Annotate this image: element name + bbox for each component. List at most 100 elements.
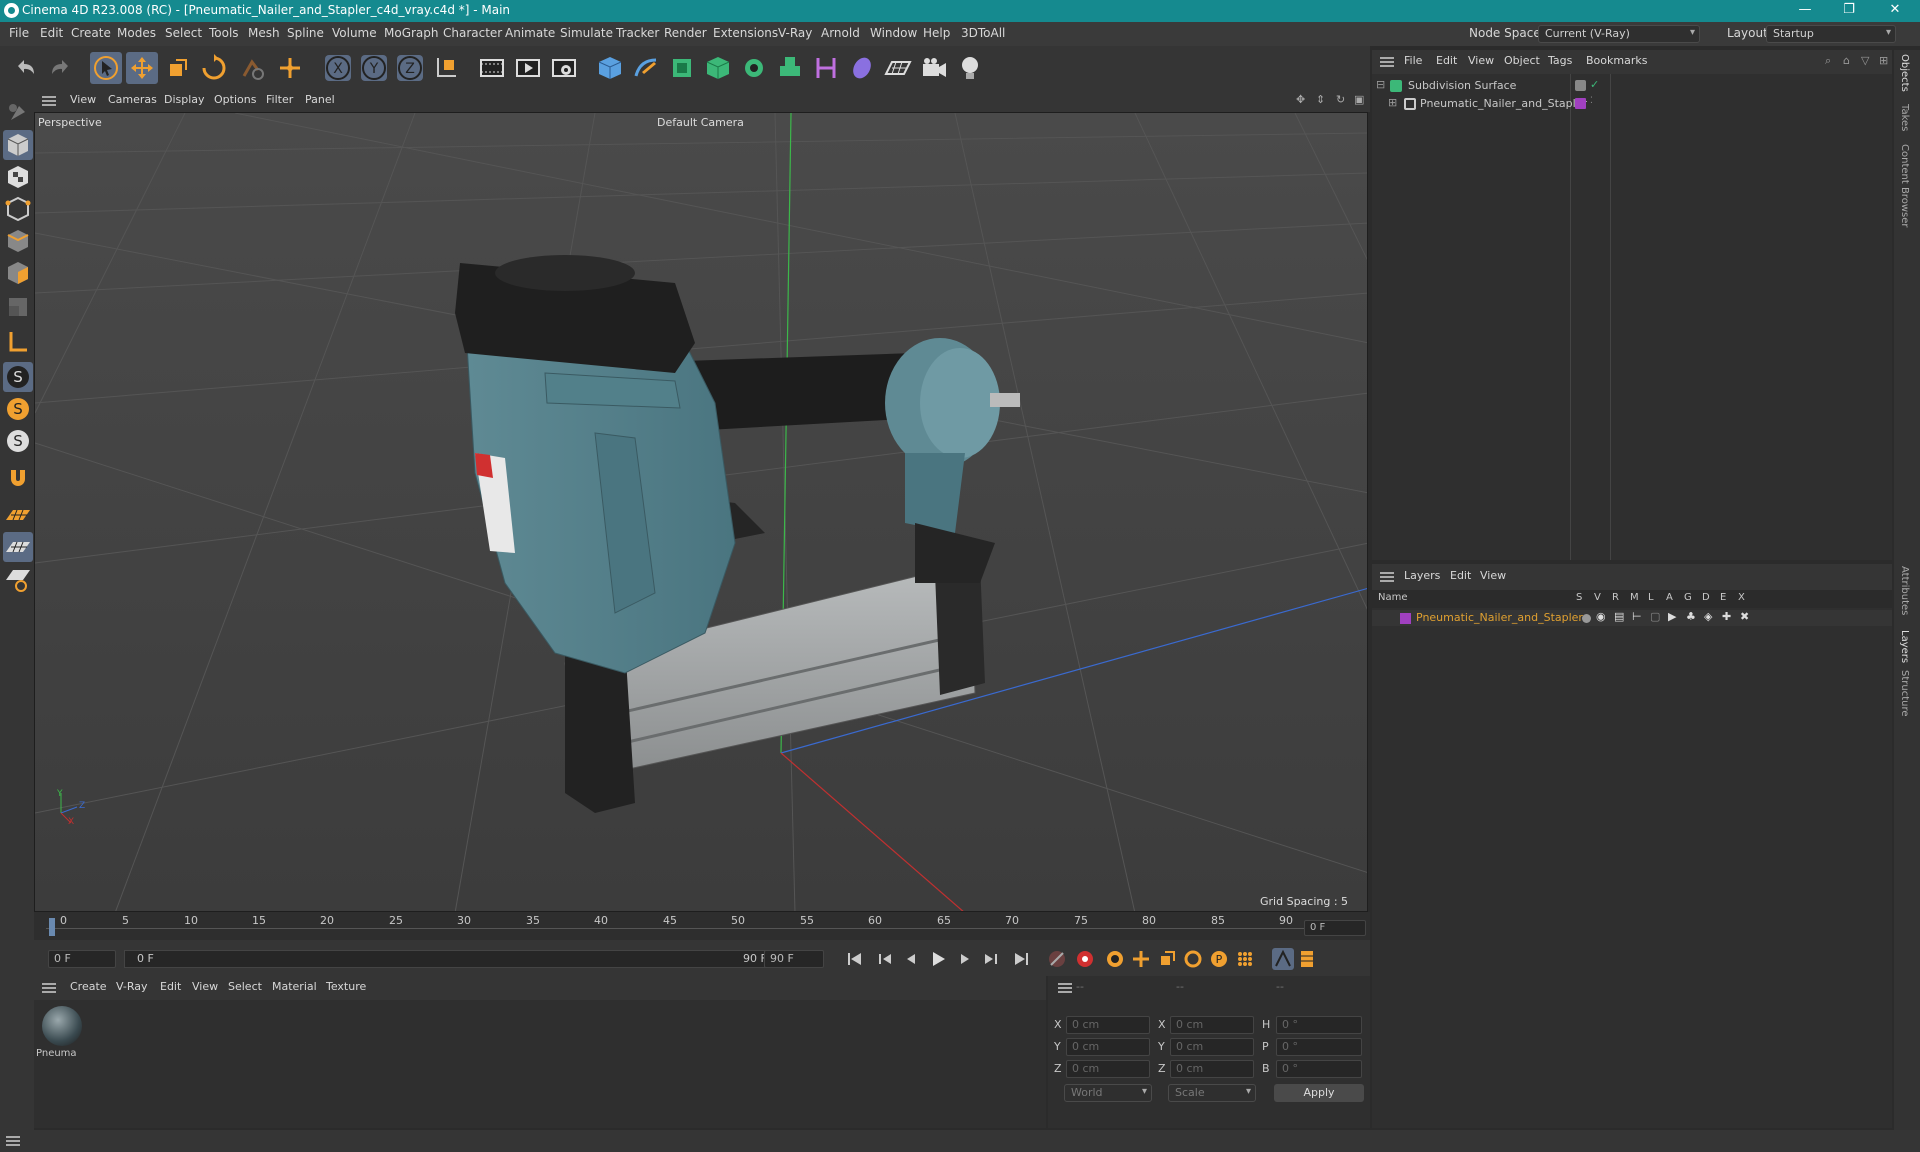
render-region-icon[interactable]: [476, 52, 508, 84]
menu-select[interactable]: Select: [165, 26, 202, 40]
start-frame-field[interactable]: 0 F: [48, 950, 116, 968]
rotation-b-field[interactable]: 0 °: [1276, 1060, 1362, 1078]
light-icon[interactable]: [954, 52, 986, 84]
menu-window[interactable]: Window: [870, 26, 917, 40]
material-name[interactable]: Pneuma: [36, 1048, 77, 1059]
size-x-field[interactable]: 0 cm: [1170, 1016, 1254, 1034]
key-position-icon[interactable]: [1130, 948, 1152, 970]
viewport-menu-panel[interactable]: Panel: [305, 93, 335, 106]
object-row-nailer[interactable]: ⊞ Pneumatic_Nailer_and_Stapler ⁚: [1372, 96, 1892, 112]
layer-color-swatch[interactable]: [1400, 613, 1411, 624]
menu-simulate[interactable]: Simulate: [560, 26, 613, 40]
x-axis-lock-icon[interactable]: X: [322, 52, 354, 84]
grid-snap-icon[interactable]: [3, 532, 33, 562]
expand-icon[interactable]: ⊞: [1388, 96, 1397, 109]
coordinate-system-icon[interactable]: [430, 52, 462, 84]
size-y-field[interactable]: 0 cm: [1170, 1038, 1254, 1056]
render-clapper-icon[interactable]: ▤: [1614, 610, 1624, 623]
menu-create[interactable]: Create: [71, 26, 111, 40]
spline-pen-icon[interactable]: [630, 52, 662, 84]
object-row-subdivision-surface[interactable]: ⊟ Subdivision Surface ✓: [1372, 78, 1892, 94]
texture-mode-icon[interactable]: [3, 162, 33, 192]
tab-takes[interactable]: Takes: [1899, 104, 1910, 131]
layer-name[interactable]: Pneumatic_Nailer_and_Stapler: [1416, 611, 1583, 624]
axis-snap-icon[interactable]: [3, 564, 33, 594]
close-button[interactable]: ✕: [1880, 2, 1910, 20]
minimize-button[interactable]: —: [1790, 2, 1820, 20]
render-settings-icon[interactable]: [548, 52, 580, 84]
coordinate-mode-select[interactable]: World: [1064, 1084, 1152, 1102]
object-menu-hamburger-icon[interactable]: [1380, 57, 1394, 67]
viewport-rotate-icon[interactable]: ↻: [1336, 93, 1345, 106]
material-thumbnail[interactable]: [42, 1006, 82, 1046]
previous-frame-icon[interactable]: [900, 948, 922, 970]
material-menu-select[interactable]: Select: [228, 980, 262, 993]
frame-range-slider[interactable]: 0 F 90 F: [124, 950, 780, 968]
position-x-field[interactable]: 0 cm: [1066, 1016, 1150, 1034]
edges-mode-icon[interactable]: [3, 226, 33, 256]
auto-key-icon[interactable]: [1074, 948, 1096, 970]
select-cursor-icon[interactable]: [90, 52, 122, 84]
polygons-mode-icon[interactable]: [3, 258, 33, 288]
magnet-icon[interactable]: [3, 462, 33, 492]
points-mode-icon[interactable]: [3, 194, 33, 224]
layer-menu-edit[interactable]: Edit: [1450, 569, 1471, 582]
material-menu-create[interactable]: Create: [70, 980, 107, 993]
new-panel-icon[interactable]: ⊞: [1879, 54, 1888, 67]
layer-row[interactable]: Pneumatic_Nailer_and_Stapler ◉ ▤ ⊢ ▢ ▶ ♣…: [1372, 610, 1892, 626]
menu-spline[interactable]: Spline: [287, 26, 324, 40]
object-menu-edit[interactable]: Edit: [1436, 54, 1457, 67]
next-key-icon[interactable]: [980, 948, 1002, 970]
viewport-menu-cameras[interactable]: Cameras: [108, 93, 157, 106]
menu-render[interactable]: Render: [664, 26, 707, 40]
visible-eye-icon[interactable]: ◉: [1596, 610, 1606, 623]
solo-icon[interactable]: [1582, 614, 1591, 623]
viewport-menu-view[interactable]: View: [70, 93, 96, 106]
viewport-menu-filter[interactable]: Filter: [266, 93, 293, 106]
position-z-field[interactable]: 0 cm: [1066, 1060, 1150, 1078]
snap-icon[interactable]: S: [3, 362, 33, 392]
redo-icon[interactable]: [44, 52, 76, 84]
menu-animate[interactable]: Animate: [505, 26, 555, 40]
editor-visibility-icon[interactable]: [1575, 80, 1586, 91]
menu-tools[interactable]: Tools: [209, 26, 239, 40]
manager-tree-icon[interactable]: ⊢: [1632, 610, 1642, 623]
playhead[interactable]: [49, 918, 55, 936]
timeline-window-icon[interactable]: [1296, 948, 1318, 970]
node-space-select[interactable]: Current (V-Ray): [1538, 25, 1700, 43]
rotation-p-field[interactable]: 0 °: [1276, 1038, 1362, 1056]
tab-layers[interactable]: Layers: [1899, 630, 1910, 663]
xref-icon[interactable]: ✖: [1740, 610, 1749, 623]
make-editable-icon[interactable]: [3, 98, 33, 128]
restore-button[interactable]: ❐: [1834, 2, 1864, 20]
home-icon[interactable]: ⌂: [1843, 54, 1850, 67]
go-to-start-icon[interactable]: [844, 948, 866, 970]
next-frame-icon[interactable]: [954, 948, 976, 970]
layer-menu-view[interactable]: View: [1480, 569, 1506, 582]
menu-mesh[interactable]: Mesh: [248, 26, 280, 40]
layer-menu-layers[interactable]: Layers: [1404, 569, 1440, 582]
enabled-check-icon[interactable]: ✓: [1590, 78, 1599, 91]
subdivision-surface-icon[interactable]: [666, 52, 698, 84]
object-menu-object[interactable]: Object: [1504, 54, 1540, 67]
viewport-menu-options[interactable]: Options: [214, 93, 256, 106]
menu-extensions[interactable]: Extensions: [713, 26, 778, 40]
y-axis-lock-icon[interactable]: Y: [358, 52, 390, 84]
key-parameter-icon[interactable]: P: [1208, 948, 1230, 970]
viewport-menu-display[interactable]: Display: [164, 93, 205, 106]
tab-structure[interactable]: Structure: [1899, 670, 1910, 717]
key-scale-icon[interactable]: [1156, 948, 1178, 970]
record-disabled-icon[interactable]: [1046, 948, 1068, 970]
extrude-icon[interactable]: [702, 52, 734, 84]
snap-settings-icon[interactable]: S: [3, 394, 33, 424]
visibility-dots-icon[interactable]: ⁚: [1590, 96, 1593, 106]
material-menu-hamburger-icon[interactable]: [42, 983, 56, 993]
viewport-zoom-icon[interactable]: ⇕: [1316, 93, 1325, 106]
object-menu-tags[interactable]: Tags: [1548, 54, 1572, 67]
3d-viewport[interactable]: Perspective Default Camera Grid Spacing …: [34, 112, 1368, 912]
viewport-move-icon[interactable]: ✥: [1296, 93, 1305, 106]
undo-icon[interactable]: [10, 52, 42, 84]
menu-vray[interactable]: V-Ray: [778, 26, 812, 40]
material-menu-view[interactable]: View: [192, 980, 218, 993]
tab-attributes[interactable]: Attributes: [1899, 566, 1910, 615]
